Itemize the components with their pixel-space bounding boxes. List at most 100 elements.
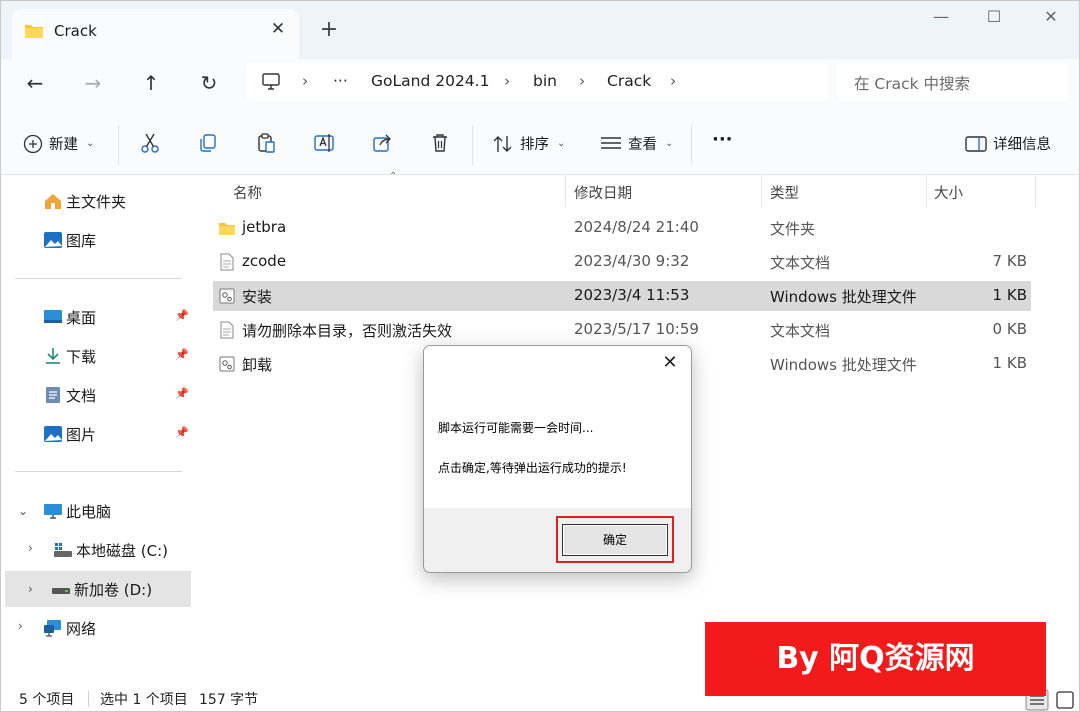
file-name: 安装 [242,288,273,306]
tab-strip: Crack ✕ + — ☐ ✕ [1,1,1079,59]
chevron-down-icon[interactable]: ⌄ [18,504,28,518]
address-bar[interactable]: › ··· GoLand 2024.1 › bin › Crack › [246,63,828,101]
file-name: 请勿删除本目录，否则激活失效 [242,322,453,340]
sidebar-item-network[interactable]: 网络 [43,610,96,646]
home-icon [45,194,61,209]
copy-icon[interactable] [197,132,219,154]
sidebar-label: 本地磁盘 (C:) [76,541,168,560]
sidebar-divider [15,278,182,279]
dialog-titlebar[interactable]: ✕ [424,346,691,382]
sidebar-item-pictures[interactable]: 图片 [43,416,96,452]
sidebar-item-drive-d[interactable]: › 新加卷 (D:) [5,571,191,607]
sort-ascending-icon: ⌃ [389,171,398,182]
ok-button[interactable]: 确定 [562,524,668,556]
drive-c-icon [54,543,72,557]
sidebar-item-desktop[interactable]: 桌面 [43,299,96,335]
tab-title: Crack [54,22,97,40]
new-label: 新建 [49,137,78,153]
view-button[interactable]: 查看 ⌄ [600,133,673,154]
back-button[interactable]: ← [20,69,50,99]
pin-icon[interactable]: 📌 [175,387,189,400]
column-header-name[interactable]: 名称 [233,182,262,203]
rename-icon[interactable] [313,132,335,154]
details-pane-button[interactable]: 详细信息 [965,133,1051,154]
sidebar-label: 主文件夹 [66,192,127,211]
sidebar-item-drive-c[interactable]: 本地磁盘 (C:) [53,532,168,568]
pin-icon[interactable]: 📌 [175,348,189,361]
toolbar-divider [691,125,692,165]
close-tab-icon[interactable]: ✕ [268,19,288,39]
navigation-bar: ← → ↑ ↻ › ··· GoLand 2024.1 › bin › Crac… [1,59,1079,115]
sort-button[interactable]: 排序 ⌄ [492,133,565,154]
file-type: Windows 批处理文件 [770,288,917,306]
column-header-type[interactable]: 类型 [770,182,799,203]
new-tab-button[interactable]: + [317,17,341,42]
column-divider[interactable] [565,175,566,207]
sidebar-label: 此电脑 [66,502,112,521]
list-item[interactable]: 安装 2023/3/4 11:53 Windows 批处理文件 1 KB [213,281,1031,311]
file-size: 1 KB [992,354,1027,372]
document-icon [46,387,60,403]
paste-icon[interactable] [255,132,277,154]
folder-icon [219,223,235,235]
refresh-button[interactable]: ↻ [194,69,224,99]
column-divider[interactable] [926,175,927,207]
close-window-button[interactable]: ✕ [1028,7,1074,33]
column-divider[interactable] [1035,175,1036,207]
item-count: 5 个项目 [19,692,75,708]
close-icon[interactable]: ✕ [659,352,681,373]
column-header-modified[interactable]: 修改日期 [574,182,632,203]
details-pane-icon [965,135,987,152]
file-type: 文本文档 [770,322,831,340]
toolbar-divider [118,125,119,165]
list-item[interactable]: zcode 2023/4/30 9:32 文本文档 7 KB [213,247,1031,277]
tab-crack[interactable]: Crack ✕ [12,9,299,59]
minimize-button[interactable]: — [918,7,964,33]
pin-icon[interactable]: 📌 [175,426,189,439]
breadcrumb-crack[interactable]: Crack [607,72,651,90]
cut-icon[interactable] [139,132,161,154]
file-modified: 2023/3/4 11:53 [574,286,690,304]
list-item[interactable]: 请勿删除本目录，否则激活失效 2023/5/17 10:59 文本文档 0 KB [213,315,1031,345]
sidebar-label: 桌面 [66,308,97,327]
text-file-icon [220,321,234,339]
gallery-icon [44,232,62,248]
pin-icon[interactable]: 📌 [175,309,189,322]
sidebar-item-downloads[interactable]: 下载 [43,338,96,374]
dialog-message-line1: 脚本运行可能需要一会时间... [438,421,594,435]
chevron-down-icon: ⌄ [86,138,95,149]
forward-button[interactable]: → [78,69,108,99]
chevron-right-icon[interactable]: › [28,541,33,555]
sidebar-label: 新加卷 (D:) [74,580,153,599]
breadcrumb-chevron[interactable]: › [302,72,308,90]
file-modified: 2023/4/30 9:32 [574,252,690,270]
sort-label: 排序 [520,137,549,153]
new-button[interactable]: 新建 ⌄ [23,133,94,154]
column-header-size[interactable]: 大小 [934,182,963,203]
tiles-view-icon[interactable] [1053,689,1077,711]
sidebar-item-this-pc[interactable]: 此电脑 [43,493,111,529]
up-button[interactable]: ↑ [136,69,166,99]
delete-icon[interactable] [429,132,451,154]
breadcrumb-chevron[interactable]: › [504,72,510,90]
search-input[interactable]: 在 Crack 中搜索 [837,63,1069,101]
sidebar-item-documents[interactable]: 文档 [43,377,96,413]
chevron-right-icon[interactable]: › [28,582,51,596]
share-icon[interactable] [371,132,393,154]
sort-icon [493,135,512,152]
sidebar-item-gallery[interactable]: 图库 [43,222,96,258]
breadcrumb-chevron[interactable]: › [579,72,585,90]
breadcrumb-ellipsis[interactable]: ··· [333,72,348,90]
text-file-icon [220,253,234,271]
breadcrumb-chevron[interactable]: › [670,72,676,90]
maximize-button[interactable]: ☐ [971,7,1017,33]
sidebar-item-home[interactable]: 主文件夹 [43,183,126,219]
sidebar-label: 图库 [66,231,97,250]
breadcrumb-bin[interactable]: bin [533,72,557,90]
more-options-button[interactable]: ··· [712,129,733,150]
chevron-right-icon[interactable]: › [18,619,23,633]
column-divider[interactable] [761,175,762,207]
status-divider [88,691,89,707]
breadcrumb-goland[interactable]: GoLand 2024.1 [371,72,489,90]
list-item[interactable]: jetbra 2024/8/24 21:40 文件夹 [213,213,1031,243]
